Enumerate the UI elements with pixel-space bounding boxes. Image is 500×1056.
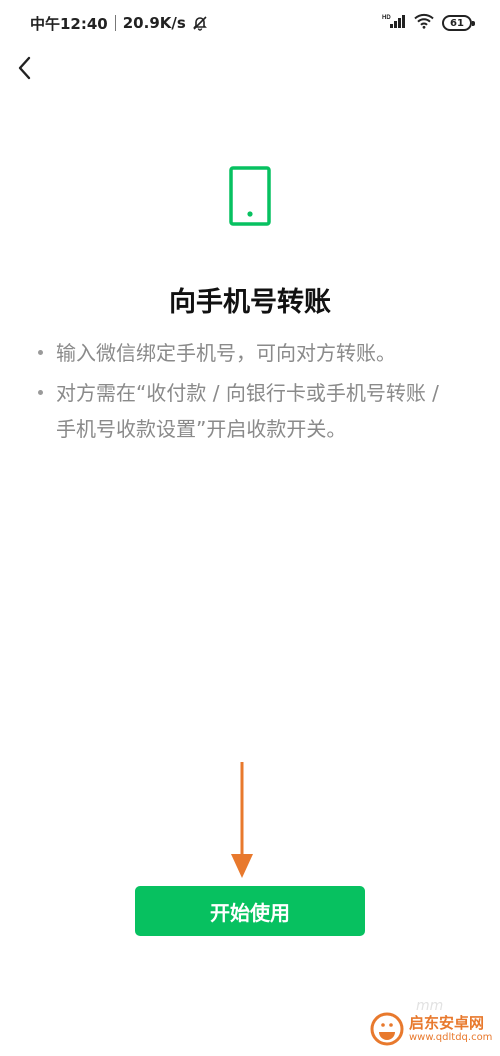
status-time: 中午12:40 (30, 14, 108, 33)
transfer-to-phone-page: 中午12:40 20.9K/s HD 61 向手机号转账 输入微信绑定手机号，可… (0, 0, 500, 1056)
watermark-url: www.qdltdq.com (409, 1031, 493, 1043)
watermark-name: 启东安卓网 (409, 1014, 485, 1033)
mute-bell-icon (192, 15, 208, 31)
info-item: 对方需在“收付款 / 向银行卡或手机号转账 / 手机号收款设置”开启收款开关。 (36, 375, 456, 447)
hd-label: HD (382, 15, 391, 21)
back-button[interactable] (12, 52, 40, 84)
signal-icon: HD (382, 13, 406, 33)
phone-icon (229, 166, 271, 226)
bullet-dot (38, 350, 43, 355)
battery-indicator: 61 (442, 15, 475, 31)
chevron-left-icon (18, 56, 31, 80)
status-divider (114, 15, 116, 31)
network-speed: 20.9K/s (122, 14, 186, 32)
info-text: 输入微信绑定手机号，可向对方转账。 (56, 341, 396, 365)
battery-level: 61 (450, 17, 464, 29)
status-left: 中午12:40 20.9K/s (30, 13, 208, 34)
watermark-text: 启东安卓网 www.qdltdq.com (409, 1015, 492, 1043)
bullet-dot (38, 390, 43, 395)
wifi-icon (414, 13, 434, 33)
watermark: 启东安卓网 www.qdltdq.com (370, 1012, 492, 1046)
status-right: HD 61 (382, 13, 475, 33)
watermark-logo-icon (370, 1012, 404, 1046)
info-item: 输入微信绑定手机号，可向对方转账。 (36, 335, 456, 371)
page-title: 向手机号转账 (169, 287, 331, 318)
status-bar: 中午12:40 20.9K/s HD 61 (0, 0, 500, 46)
info-text: 对方需在“收付款 / 向银行卡或手机号转账 / 手机号收款设置”开启收款开关。 (56, 381, 439, 441)
info-list: 输入微信绑定手机号，可向对方转账。 对方需在“收付款 / 向银行卡或手机号转账 … (36, 335, 456, 447)
start-button[interactable]: 开始使用 (135, 886, 365, 936)
down-arrow-icon (228, 762, 256, 882)
